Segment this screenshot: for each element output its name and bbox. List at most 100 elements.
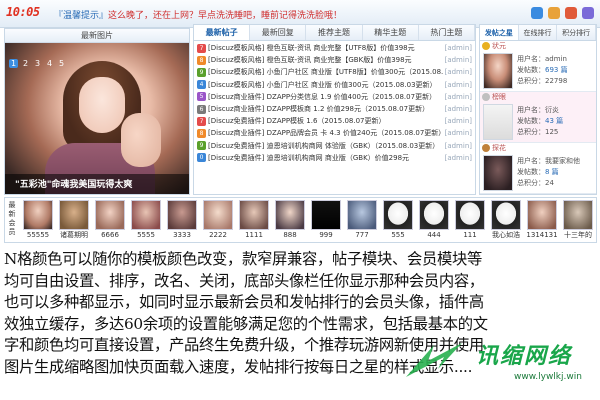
posts-tab-5[interactable]: 热门主题 (419, 25, 476, 40)
avatar[interactable] (239, 200, 269, 230)
member-name[interactable]: 2222 (201, 230, 235, 240)
member-name[interactable]: 444 (417, 230, 451, 240)
member-item[interactable]: 999 (309, 200, 343, 240)
post-title-link[interactable]: [Discuz模板风格] 小鱼门户社区 商业版【UTF8版】价值300元（201… (208, 67, 443, 77)
avatar[interactable] (491, 200, 521, 230)
posts-tab-2[interactable]: 最新回复 (250, 25, 307, 40)
member-item[interactable]: 1314131 (525, 200, 559, 240)
member-name[interactable]: 111 (453, 230, 487, 240)
post-author-link[interactable]: [admin] (445, 56, 472, 64)
member-name[interactable]: 1314131 (525, 230, 559, 240)
avatar[interactable] (59, 200, 89, 230)
slideshow-page-5[interactable]: 5 (57, 59, 66, 68)
member-name[interactable]: 十三年的 (561, 230, 595, 240)
member-item[interactable]: 111 (453, 200, 487, 240)
avatar[interactable] (483, 53, 513, 89)
post-author-link[interactable]: [admin] (445, 117, 472, 125)
image-slideshow[interactable]: 最新图片 12345 "五彩池"命魂我美国玩得太爽 (4, 28, 190, 195)
post-author-link[interactable]: [admin] (445, 44, 472, 52)
post-row[interactable]: 7 [Discuz模板风格] 橙色互联-资讯 商业完整【UTF8版】价值398元[… (197, 42, 472, 54)
member-name[interactable]: 5555 (129, 230, 163, 240)
post-row[interactable]: 9 [Discuz模板风格] 小鱼门户社区 商业版【UTF8版】价值300元（20… (197, 66, 472, 78)
slideshow-image[interactable]: 12345 "五彩池"命魂我美国玩得太爽 (5, 43, 189, 194)
avatar[interactable] (203, 200, 233, 230)
post-row[interactable]: 6 [Discuz商业插件] DZAPP模板商 1.2 价值298元（2015.0… (197, 103, 472, 115)
slideshow-page-1[interactable]: 1 (9, 59, 18, 68)
avatar[interactable] (563, 200, 593, 230)
member-name[interactable]: 6666 (93, 230, 127, 240)
member-item[interactable]: 444 (417, 200, 451, 240)
member-item[interactable]: 诸葛期明 (57, 200, 91, 240)
member-item[interactable]: 2222 (201, 200, 235, 240)
slideshow-page-4[interactable]: 4 (45, 59, 54, 68)
avatar[interactable] (95, 200, 125, 230)
post-title-link[interactable]: [Discuz免费插件] DZAPP模板 1.6（2015.08.07更新） (208, 116, 443, 126)
avatar[interactable] (131, 200, 161, 230)
avatar[interactable] (383, 200, 413, 230)
member-name[interactable]: 诸葛期明 (57, 230, 91, 240)
post-row[interactable]: 0 [Discuz免费插件] 迪恩培训机构商网 商业版（GBK）价值298元 [ad… (197, 152, 472, 164)
member-item[interactable]: 55555 (21, 200, 55, 240)
post-author-link[interactable]: [admin] (445, 93, 472, 101)
member-item[interactable]: 1111 (237, 200, 271, 240)
member-item[interactable]: 6666 (93, 200, 127, 240)
post-author-link[interactable]: [admin] (445, 68, 472, 76)
posts-tab-4[interactable]: 精华主题 (363, 25, 419, 40)
avatar[interactable] (527, 200, 557, 230)
username-link[interactable]: 我要家和他 (545, 157, 580, 165)
post-title-link[interactable]: [Discuz模板风格] 橙色互联-资讯 商业完整【GBK版】价值398元 (208, 55, 443, 65)
post-author-link[interactable]: [admin] (445, 105, 472, 113)
post-author-link[interactable]: [admin] (445, 129, 472, 137)
slideshow-caption[interactable]: "五彩池"命魂我美国玩得太爽 (5, 174, 189, 194)
ranking-tab-1[interactable]: 发帖之星 (480, 25, 519, 40)
star-icon[interactable] (548, 7, 560, 19)
avatar[interactable] (419, 200, 449, 230)
avatar[interactable] (455, 200, 485, 230)
post-title-link[interactable]: [Discuz免费插件] 迪恩培训机构商网 体验版（GBK）（2015.08.0… (208, 141, 443, 151)
post-author-link[interactable]: [admin] (445, 154, 472, 162)
post-row[interactable]: 8 [Discuz商业插件] DZAPP品牌会员 卡 4.3 价值240元（201… (197, 127, 472, 139)
post-title-link[interactable]: [Discuz模板风格] 小鱼门户社区 商业版 价值300元（2015.08.0… (208, 80, 443, 90)
post-title-link[interactable]: [Discuz免费插件] 迪恩培训机构商网 商业版（GBK）价值298元 (208, 153, 443, 163)
post-row[interactable]: 4 [Discuz模板风格] 小鱼门户社区 商业版 价值300元（2015.08.… (197, 79, 472, 91)
ranking-tab-2[interactable]: 在线排行 (519, 25, 558, 40)
post-title-link[interactable]: [Discuz商业插件] DZAPP模板商 1.2 价值298元（2015.08… (208, 104, 443, 114)
member-name[interactable]: 555 (381, 230, 415, 240)
post-row[interactable]: 8 [Discuz模板风格] 橙色互联-资讯 商业完整【GBK版】价值398元 [a… (197, 54, 472, 66)
slideshow-page-3[interactable]: 3 (33, 59, 42, 68)
post-row[interactable]: 5 [Discuz商业插件] DZAPP分类信息 1.9 价值400元（2015.… (197, 91, 472, 103)
member-item[interactable]: 888 (273, 200, 307, 240)
posts-tab-3[interactable]: 推荐主题 (306, 25, 363, 40)
post-title-link[interactable]: [Discuz商业插件] DZAPP品牌会员 卡 4.3 价值240元（2015… (208, 128, 443, 138)
post-row[interactable]: 7 [Discuz免费插件] DZAPP模板 1.6（2015.08.07更新）[… (197, 115, 472, 127)
member-name[interactable]: 我心如浩 (489, 230, 523, 240)
post-author-link[interactable]: [admin] (445, 142, 472, 150)
member-item[interactable]: 555 (381, 200, 415, 240)
rss-icon[interactable] (565, 7, 577, 19)
posts-tab-1[interactable]: 最新帖子 (194, 25, 251, 40)
avatar[interactable] (311, 200, 341, 230)
avatar[interactable] (275, 200, 305, 230)
member-item[interactable]: 777 (345, 200, 379, 240)
username-link[interactable]: admin (545, 55, 567, 63)
avatar[interactable] (167, 200, 197, 230)
post-title-link[interactable]: [Discuz模板风格] 橙色互联-资讯 商业完整【UTF8版】价值398元 (208, 43, 443, 53)
member-name[interactable]: 999 (309, 230, 343, 240)
member-name[interactable]: 3333 (165, 230, 199, 240)
home-icon[interactable] (531, 7, 543, 19)
username-link[interactable]: 衍炎 (545, 106, 559, 114)
member-name[interactable]: 888 (273, 230, 307, 240)
post-title-link[interactable]: [Discuz商业插件] DZAPP分类信息 1.9 价值400元（2015.0… (208, 92, 443, 102)
member-name[interactable]: 55555 (21, 230, 55, 240)
post-row[interactable]: 9 [Discuz免费插件] 迪恩培训机构商网 体验版（GBK）（2015.08.… (197, 140, 472, 152)
ranking-tab-3[interactable]: 积分排行 (557, 25, 597, 40)
message-icon[interactable] (582, 7, 594, 19)
avatar[interactable] (347, 200, 377, 230)
post-author-link[interactable]: [admin] (445, 81, 472, 89)
avatar[interactable] (483, 104, 513, 140)
member-item[interactable]: 我心如浩 (489, 200, 523, 240)
member-item[interactable]: 3333 (165, 200, 199, 240)
avatar[interactable] (23, 200, 53, 230)
member-item[interactable]: 十三年的 (561, 200, 595, 240)
slideshow-page-2[interactable]: 2 (21, 59, 30, 68)
